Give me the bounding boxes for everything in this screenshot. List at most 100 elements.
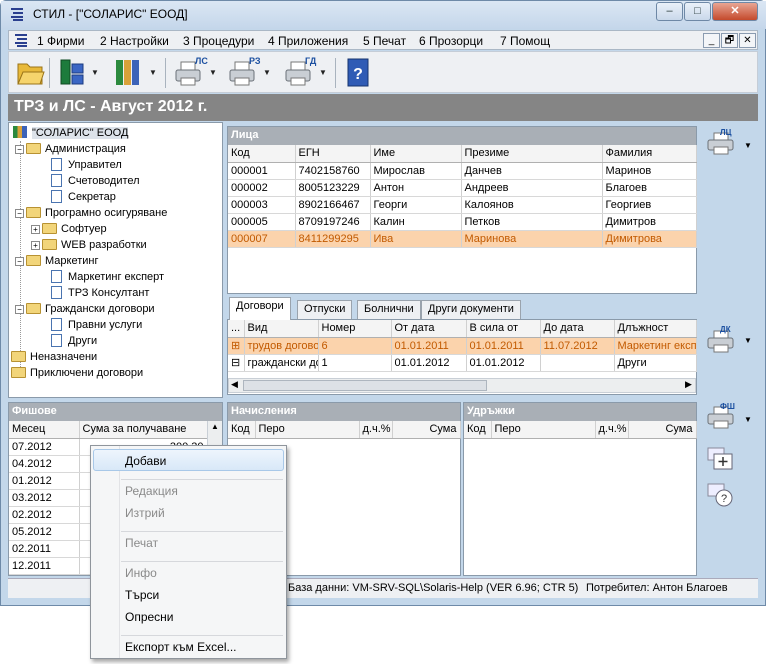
menu-settings[interactable]: 2 Настройки [100, 34, 169, 48]
toolbar: ▼ ▼ ЛС ▼ РЗ ▼ ГД ▼ ? [8, 51, 758, 93]
table-cell: Данчев [461, 162, 603, 180]
tab-contracts[interactable]: Договори [229, 297, 291, 320]
chevron-down-icon[interactable]: ▼ [319, 68, 327, 77]
column-header[interactable]: д.ч.% [359, 421, 393, 439]
collapse-icon[interactable]: − [15, 145, 24, 154]
context-menu-item[interactable]: Търси [125, 588, 159, 602]
chevron-down-icon[interactable]: ▼ [91, 68, 99, 77]
column-header[interactable]: Перо [491, 421, 596, 439]
mdi-close-button[interactable]: ✕ [739, 33, 756, 48]
table-cell: 8005123229 [295, 179, 371, 197]
column-header[interactable]: Сума [628, 421, 697, 439]
column-header[interactable]: ЕГН [295, 145, 371, 163]
add-document-icon[interactable] [706, 446, 736, 472]
chevron-down-icon[interactable]: ▼ [744, 415, 752, 424]
table-row[interactable]: 000002 8005123229 Антон Андреев Благоев [228, 179, 697, 197]
column-header[interactable]: В сила от [466, 320, 541, 338]
expand-icon[interactable]: + [31, 241, 40, 250]
tree-item[interactable]: Други [51, 334, 97, 349]
maximize-button[interactable]: □ [684, 2, 711, 21]
table-row[interactable]: 000003 8902166467 Георги Калоянов Георгиев [228, 196, 697, 214]
collapse-icon[interactable]: − [15, 305, 24, 314]
menu-applications[interactable]: 4 Приложения [268, 34, 348, 48]
chevron-down-icon[interactable]: ▼ [744, 141, 752, 150]
tree-item[interactable]: Правни услуги [51, 318, 142, 333]
table-row[interactable]: 000007 8411299295 Ива Маринова Димитрова [228, 230, 697, 248]
network-icon[interactable] [57, 56, 87, 88]
menu-print[interactable]: 5 Печат [363, 34, 406, 48]
contracts-hscrollbar[interactable]: ◀ ▶ [228, 378, 696, 393]
tree-item[interactable]: + Софтуер [31, 222, 107, 237]
table-row[interactable]: ⊞ трудов договор 6 01.01.2011 01.01.2011 11.0… [228, 337, 697, 355]
collapse-icon[interactable]: − [15, 257, 24, 266]
open-folder-icon[interactable] [15, 56, 45, 88]
tree-root[interactable]: "СОЛАРИС" ЕООД [13, 126, 129, 141]
table-row[interactable]: 000005 8709197246 Калин Петков Димитров [228, 213, 697, 231]
table-cell: ⊟ [228, 354, 245, 372]
column-header[interactable]: Перо [255, 421, 360, 439]
column-header[interactable]: Месец [9, 421, 80, 439]
tree-item[interactable]: Неназначени [11, 350, 97, 365]
table-row[interactable]: ⊟граждански договор101.01.201201.01.2012… [228, 354, 697, 372]
column-header[interactable]: Вид [244, 320, 319, 338]
column-header[interactable]: ... [228, 320, 245, 338]
chevron-down-icon[interactable]: ▼ [149, 68, 157, 77]
tree-item[interactable]: − Програмно осигуряване [15, 206, 167, 221]
tree-item[interactable]: − Граждански договори [15, 302, 155, 317]
tree-item[interactable]: − Маркетинг [15, 254, 98, 269]
chevron-down-icon[interactable]: ▼ [744, 336, 752, 345]
scroll-thumb[interactable] [243, 380, 487, 391]
menu-windows[interactable]: 6 Прозорци [419, 34, 483, 48]
column-header[interactable]: Код [464, 421, 492, 439]
close-button[interactable]: ✕ [712, 2, 758, 21]
tree-item[interactable]: − Администрация [15, 142, 126, 157]
tree-item[interactable]: Секретар [51, 190, 116, 205]
table-cell: ⊞ [228, 337, 245, 355]
column-header[interactable]: Код [228, 421, 256, 439]
tree-item[interactable]: Маркетинг експерт [51, 270, 164, 285]
table-cell: 05.2012 [9, 523, 80, 541]
tree-item[interactable]: + WEB разработки [31, 238, 147, 253]
tree-item-label: Управител [68, 159, 122, 171]
column-header[interactable]: Длъжност [614, 320, 697, 338]
column-header[interactable]: От дата [391, 320, 467, 338]
help-document-icon[interactable]: ? [706, 482, 736, 508]
chevron-down-icon[interactable]: ▼ [209, 68, 217, 77]
table-cell: 8411299295 [295, 230, 371, 248]
column-header[interactable]: Сума за получаване [79, 421, 208, 439]
tree-item[interactable]: Управител [51, 158, 122, 173]
tree-item[interactable]: Счетоводител [51, 174, 140, 189]
column-header[interactable]: До дата [540, 320, 615, 338]
tree-item[interactable]: ТРЗ Консултант [51, 286, 149, 301]
books-icon[interactable] [113, 56, 143, 88]
tree-item-label: Маркетинг експерт [68, 271, 165, 283]
minimize-button[interactable]: – [656, 2, 683, 21]
context-menu-item[interactable]: Добави [125, 454, 166, 468]
context-menu-item[interactable]: Опресни [125, 610, 174, 624]
collapse-icon[interactable]: − [15, 209, 24, 218]
mdi-restore-button[interactable]: 🗗 [721, 33, 738, 48]
column-header[interactable]: Код [228, 145, 296, 163]
table-cell: Калоянов [461, 196, 603, 214]
menu-help[interactable]: 7 Помощ [500, 34, 550, 48]
table-row[interactable]: 000001 7402158760 Мирослав Данчев Маринов [228, 162, 697, 180]
column-header[interactable]: Сума [392, 421, 461, 439]
column-header[interactable]: Презиме [461, 145, 603, 163]
column-header[interactable]: д.ч.% [595, 421, 629, 439]
tab-other-documents[interactable]: Други документи [421, 300, 521, 320]
menu-procedures[interactable]: 3 Процедури [183, 34, 254, 48]
chevron-down-icon[interactable]: ▼ [263, 68, 271, 77]
tab-leaves[interactable]: Отпуски [297, 300, 353, 320]
column-header[interactable]: Име [370, 145, 462, 163]
tab-sick-leaves[interactable]: Болнични [357, 300, 421, 320]
help-book-icon[interactable]: ? [345, 56, 371, 88]
column-header[interactable]: Фамилия [602, 145, 697, 163]
tree-item[interactable]: Приключени договори [11, 366, 143, 381]
column-header[interactable]: Номер [318, 320, 392, 338]
mdi-minimize-button[interactable]: _ [703, 33, 720, 48]
folder-icon [26, 143, 41, 154]
menu-firms[interactable]: 1 Фирми [37, 34, 84, 48]
expand-icon[interactable]: + [31, 225, 40, 234]
table-cell: Маринов [602, 162, 697, 180]
context-menu-item[interactable]: Експорт към Excel... [125, 640, 236, 654]
